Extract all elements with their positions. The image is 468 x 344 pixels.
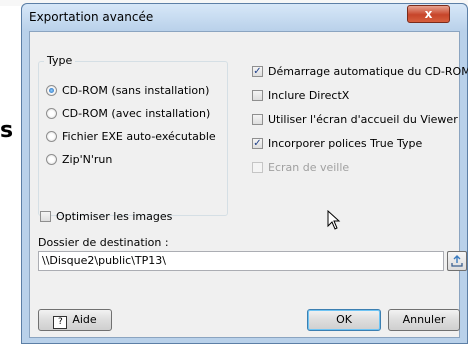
radio-unselected-icon [46,131,57,142]
help-button[interactable]: ? Aide [38,309,112,331]
checkbox-unchecked-icon [252,90,263,101]
radio-unselected-icon [46,108,57,119]
checkbox-label: Optimiser les images [56,210,173,223]
checkbox-label: Incorporer polices True Type [268,137,423,150]
checkbox-label: Utiliser l'écran d'accueil du Viewer [268,113,458,126]
cancel-button-label: Annuler [402,313,446,326]
radio-label: CD-ROM (avec installation) [62,107,211,120]
browse-folder-button[interactable] [447,251,467,271]
radio-label: Fichier EXE auto-exécutable [62,130,216,143]
help-icon: ? [53,316,68,329]
checkbox-unchecked-icon [252,114,263,125]
checkbox-unchecked-icon [40,211,51,222]
dialog-client-area: Type CD-ROM (sans installation) CD-ROM (… [29,31,468,338]
mouse-cursor-icon [327,210,341,230]
export-dialog: Exportation avancée x Type CD-ROM (sans … [21,3,468,344]
close-button[interactable]: x [407,5,450,23]
title-bar[interactable]: Exportation avancée x [22,4,467,31]
radio-unselected-icon [46,154,57,165]
help-button-label: Aide [72,313,97,326]
destination-path-value: \\Disque2\public\TP13\ [42,254,166,267]
ok-button[interactable]: OK [307,309,381,331]
checkbox-checked-icon: ✓ [252,138,263,149]
checkbox-checked-icon: ✓ [252,66,263,77]
folder-browse-icon [451,255,463,267]
checkbox-label: Démarrage automatique du CD-ROM [268,65,468,78]
radio-label: Zip'N'run [62,153,113,166]
type-group-legend: Type [44,54,76,67]
radio-selected-icon [46,85,57,96]
radio-label: CD-ROM (sans installation) [62,84,210,97]
background-text-fragment: s [0,118,14,143]
dialog-title: Exportation avancée [29,10,154,24]
checkbox-label: Ecran de veille [268,161,350,174]
checkbox-disabled-icon [252,162,263,173]
close-icon: x [424,7,433,21]
checkbox-label: Inclure DirectX [268,89,350,102]
ok-button-label: OK [336,313,352,326]
destination-path-input[interactable]: \\Disque2\public\TP13\ [38,251,444,271]
destination-label: Dossier de destination : [38,236,169,249]
cancel-button[interactable]: Annuler [388,309,460,331]
